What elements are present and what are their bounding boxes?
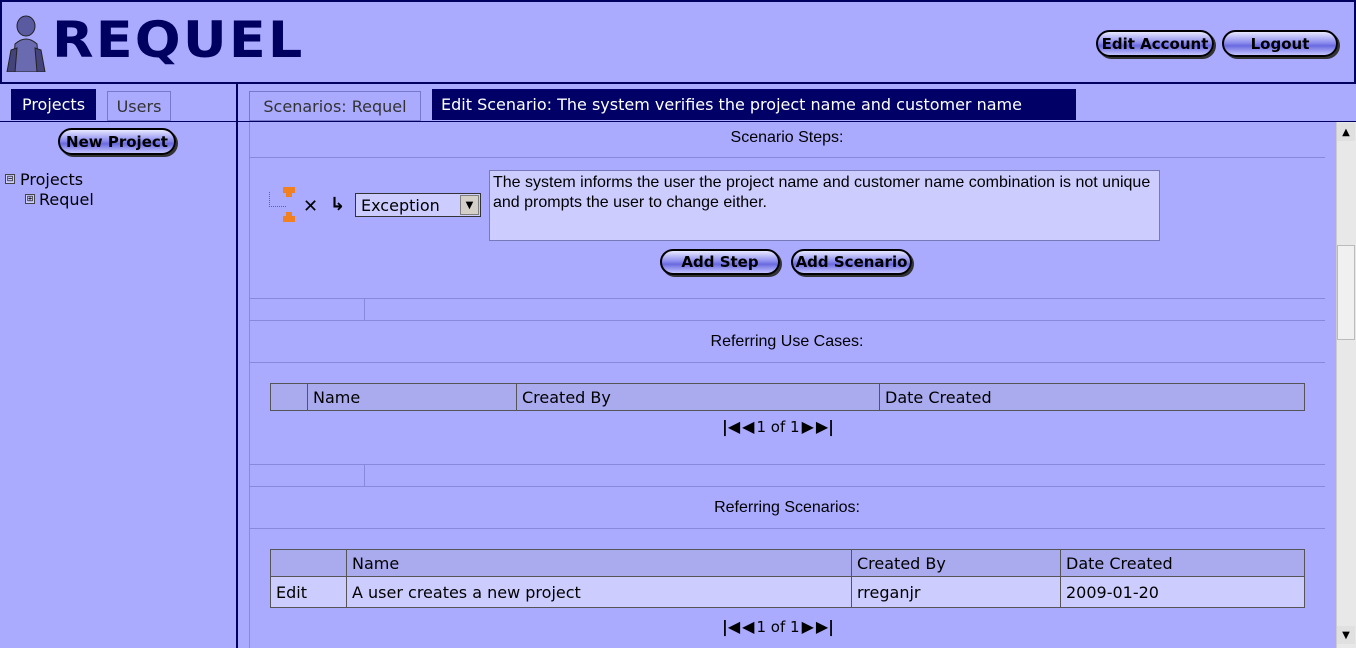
page-indicator: 1 of 1 xyxy=(756,617,800,636)
tab-scenarios[interactable]: Scenarios: Requel xyxy=(249,91,421,121)
page-indicator: 1 of 1 xyxy=(756,417,800,436)
vertical-scrollbar[interactable] xyxy=(1336,122,1356,648)
column-header-date-created[interactable]: Date Created xyxy=(1060,549,1305,577)
step-text-field[interactable]: The system informs the user the project … xyxy=(489,170,1160,241)
scenario-steps-title: Scenario Steps: xyxy=(730,129,844,146)
new-project-button[interactable]: New Project xyxy=(58,128,176,155)
empty-tab-cell xyxy=(249,298,365,320)
divider xyxy=(249,464,1325,465)
tree-expand-icon[interactable]: ⊞ xyxy=(25,194,35,204)
column-header-created-by[interactable]: Created By xyxy=(516,383,880,411)
column-header-name[interactable]: Name xyxy=(307,383,517,411)
divider xyxy=(249,320,1325,321)
cell-created-by: rreganjr xyxy=(851,576,1061,608)
tree-item-requel[interactable]: Requel xyxy=(39,190,94,209)
column-header-action xyxy=(270,383,308,411)
next-page-icon[interactable]: ▶ xyxy=(802,617,814,636)
cell-date-created: 2009-01-20 xyxy=(1060,576,1305,608)
move-down-icon[interactable] xyxy=(282,211,296,223)
tree-collapse-icon[interactable]: ⊟ xyxy=(5,174,15,184)
step-type-select[interactable]: Exception ▼ xyxy=(355,193,481,217)
branch-arrow-icon[interactable]: ↳ xyxy=(330,194,345,215)
logo-icon xyxy=(6,15,46,72)
left-panel-divider xyxy=(236,84,238,648)
scrollbar-thumb[interactable] xyxy=(1337,245,1355,340)
column-header-created-by[interactable]: Created By xyxy=(851,549,1061,577)
scenarios-pager: |◀ ◀ 1 of 1 ▶ ▶| xyxy=(722,617,834,636)
referring-use-cases-table: Name Created By Date Created xyxy=(270,383,1305,411)
referring-scenarios-title: Referring Scenarios: xyxy=(714,499,860,516)
tab-projects[interactable]: Projects xyxy=(11,89,96,120)
last-page-icon[interactable]: ▶| xyxy=(816,417,834,436)
scroll-up-icon[interactable]: ▲ xyxy=(1337,123,1355,141)
first-page-icon[interactable]: |◀ xyxy=(722,417,740,436)
divider xyxy=(249,298,1325,299)
column-header-action xyxy=(270,549,347,577)
column-header-date-created[interactable]: Date Created xyxy=(879,383,1305,411)
add-step-button[interactable]: Add Step xyxy=(660,249,780,275)
left-tabs-underline xyxy=(0,121,236,122)
edit-link[interactable]: Edit xyxy=(270,576,347,608)
referring-scenarios-table: Name Created By Date Created Edit A user… xyxy=(270,549,1305,608)
table-header-row: Name Created By Date Created xyxy=(270,383,1305,411)
table-row: Edit A user creates a new project rregan… xyxy=(270,576,1305,608)
use-cases-pager: |◀ ◀ 1 of 1 ▶ ▶| xyxy=(722,417,834,436)
edit-account-button[interactable]: Edit Account xyxy=(1096,30,1214,57)
divider xyxy=(249,362,1325,363)
empty-tab-cell xyxy=(249,464,365,486)
delete-step-icon[interactable]: ✕ xyxy=(303,196,318,217)
last-page-icon[interactable]: ▶| xyxy=(816,617,834,636)
cell-name: A user creates a new project xyxy=(346,576,852,608)
header-divider xyxy=(0,82,1356,84)
tab-users[interactable]: Users xyxy=(107,91,171,121)
first-page-icon[interactable]: |◀ xyxy=(722,617,740,636)
previous-page-icon[interactable]: ◀ xyxy=(742,417,754,436)
move-up-icon[interactable] xyxy=(282,186,296,198)
chevron-down-icon[interactable]: ▼ xyxy=(460,195,479,215)
scroll-down-icon[interactable]: ▼ xyxy=(1337,626,1355,644)
previous-page-icon[interactable]: ◀ xyxy=(742,617,754,636)
divider xyxy=(249,157,1325,158)
add-scenario-button[interactable]: Add Scenario xyxy=(791,249,912,275)
step-type-value: Exception xyxy=(361,195,440,215)
referring-use-cases-title: Referring Use Cases: xyxy=(710,333,864,350)
logout-button[interactable]: Logout xyxy=(1222,30,1338,57)
divider xyxy=(249,486,1325,487)
column-header-name[interactable]: Name xyxy=(346,549,852,577)
app-logo-text: REQUEL xyxy=(52,11,305,69)
next-page-icon[interactable]: ▶ xyxy=(802,417,814,436)
tree-item-projects[interactable]: Projects xyxy=(20,170,83,189)
table-header-row: Name Created By Date Created xyxy=(270,549,1305,577)
divider xyxy=(249,528,1325,529)
tab-edit-scenario[interactable]: Edit Scenario: The system verifies the p… xyxy=(432,89,1076,120)
